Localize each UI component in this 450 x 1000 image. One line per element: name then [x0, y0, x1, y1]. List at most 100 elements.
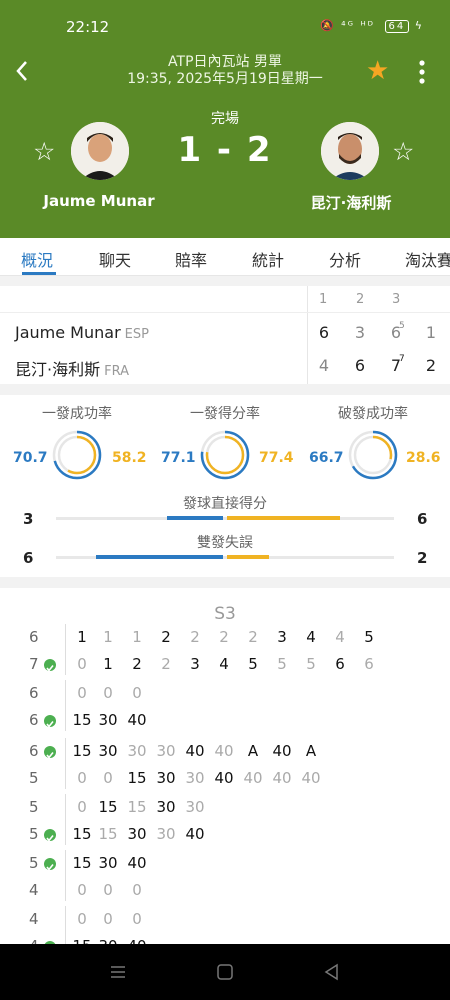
game-divider: [65, 738, 66, 789]
point-score: 30: [95, 937, 121, 944]
stat-label: 一發得分率: [190, 406, 260, 422]
stat-label: 一發成功率: [42, 406, 112, 422]
point-score: 0: [103, 881, 113, 899]
point-score: 0: [77, 798, 87, 816]
game-score: 5: [29, 825, 39, 843]
tiebreak-score: 7: [399, 354, 405, 364]
point-score: 30: [185, 769, 205, 787]
game-divider: [65, 680, 66, 731]
point-score: 1: [103, 655, 113, 673]
point-score: 40: [243, 769, 263, 787]
point-score: 3: [190, 655, 200, 673]
stat-right-value: 28.6: [406, 450, 441, 466]
point-score: 30: [156, 769, 176, 787]
player-country: FRA: [104, 364, 129, 379]
player-left-avatar[interactable]: [71, 122, 129, 180]
point-score: 40: [185, 742, 205, 760]
favorite-star-icon[interactable]: ★: [366, 56, 389, 86]
point-score: 2: [190, 628, 200, 646]
serving-check-icon: [44, 858, 56, 871]
scorecard-row-left: Jaume Munar ESP: [15, 323, 149, 342]
set-header-2: 2: [356, 292, 365, 307]
point-score: 0: [77, 655, 87, 673]
point-score: 0: [132, 684, 142, 702]
current-score: 2: [425, 356, 437, 375]
game-score: 7: [29, 655, 39, 673]
game-score: 4: [29, 910, 39, 928]
tiebreak-score: 5: [399, 321, 405, 331]
bar-stat-right-value: 2: [417, 549, 428, 567]
player-left-name[interactable]: Jaume Munar: [19, 192, 179, 210]
point-score: A: [305, 742, 317, 760]
point-score: 4: [306, 628, 316, 646]
point-score: 0: [103, 910, 113, 928]
status-icons: 🔕 ⁴ᴳ ᴴᴰ 64 ϟ: [320, 19, 424, 33]
scorecard-player-name: 昆汀·海利斯: [15, 360, 101, 379]
game-score: 5: [29, 769, 39, 787]
point-score: 40: [272, 742, 292, 760]
set-score: 4: [318, 356, 330, 375]
bar-stat-left-value: 3: [23, 510, 34, 528]
game-divider: [65, 624, 66, 675]
game-score: 5: [29, 854, 39, 872]
more-options-icon[interactable]: [412, 58, 432, 86]
point-score: 0: [77, 910, 87, 928]
back-nav-icon[interactable]: [322, 962, 342, 982]
point-score: 6: [364, 655, 374, 673]
follow-player-left-star-icon[interactable]: ☆: [33, 137, 55, 166]
tab-analysis[interactable]: 分析: [329, 247, 361, 271]
point-score: 40: [127, 711, 147, 729]
point-score: 15: [127, 798, 147, 816]
set-score: 6: [318, 323, 330, 342]
active-tab-indicator: [22, 272, 56, 275]
status-indicator-icons: 🔕 ⁴ᴳ ᴴᴰ: [319, 19, 375, 32]
match-stats: 一發成功率 一發得分率 破發成功率 70.7 58.2 77.1 77.4 66…: [0, 395, 450, 577]
tab-chat[interactable]: 聊天: [99, 247, 131, 271]
set-label[interactable]: S3: [0, 604, 450, 624]
point-score: 15: [72, 854, 92, 872]
match-score: 1 - 2: [177, 130, 273, 170]
home-icon[interactable]: [215, 962, 235, 982]
point-score: 2: [161, 655, 171, 673]
set-header-3: 3: [392, 292, 401, 307]
player-right-name[interactable]: 昆汀·海利斯: [271, 192, 431, 213]
bar-stat-label: 雙發失誤: [197, 535, 253, 551]
point-score: 30: [156, 825, 176, 843]
point-score: 40: [127, 854, 147, 872]
point-score: 5: [306, 655, 316, 673]
tab-odds[interactable]: 賠率: [175, 247, 207, 271]
point-score: 2: [248, 628, 258, 646]
point-score: 4: [335, 628, 345, 646]
point-score: 15: [69, 937, 95, 944]
follow-player-right-star-icon[interactable]: ☆: [392, 137, 414, 166]
tab-bar: 概況 聊天 賠率 統計 分析 淘汰賽: [0, 238, 450, 276]
battery-icon: 64: [384, 20, 410, 33]
bar-left-fill: [166, 516, 223, 520]
stat-left-value: 66.7: [309, 450, 344, 466]
stat-ring: [52, 430, 102, 480]
point-score: 30: [127, 742, 147, 760]
point-score: 30: [156, 798, 176, 816]
player-right-avatar[interactable]: [321, 122, 379, 180]
game-divider: [65, 906, 66, 944]
game-score: 5: [29, 798, 39, 816]
point-score: 0: [132, 881, 142, 899]
game-score: 6: [29, 628, 39, 646]
point-score: 4: [219, 655, 229, 673]
stat-right-value: 58.2: [112, 450, 147, 466]
point-score: 5: [248, 655, 258, 673]
set-score: 3: [354, 323, 366, 342]
tab-overview[interactable]: 概況: [21, 247, 53, 271]
tab-stats[interactable]: 統計: [252, 247, 284, 271]
point-score: 15: [72, 711, 92, 729]
point-score: 2: [219, 628, 229, 646]
scorecard-header-line: [0, 312, 450, 313]
stat-right-value: 77.4: [259, 450, 294, 466]
point-score: 15: [98, 825, 118, 843]
match-header: 22:12 🔕 ⁴ᴳ ᴴᴰ 64 ϟ ATP日內瓦站 男單 19:35, 202…: [0, 0, 450, 238]
point-score: 30: [98, 854, 118, 872]
point-score: 30: [127, 825, 147, 843]
recent-apps-icon[interactable]: [108, 962, 128, 982]
tab-draw[interactable]: 淘汰賽: [405, 247, 450, 271]
charging-icon: ϟ: [414, 19, 424, 32]
